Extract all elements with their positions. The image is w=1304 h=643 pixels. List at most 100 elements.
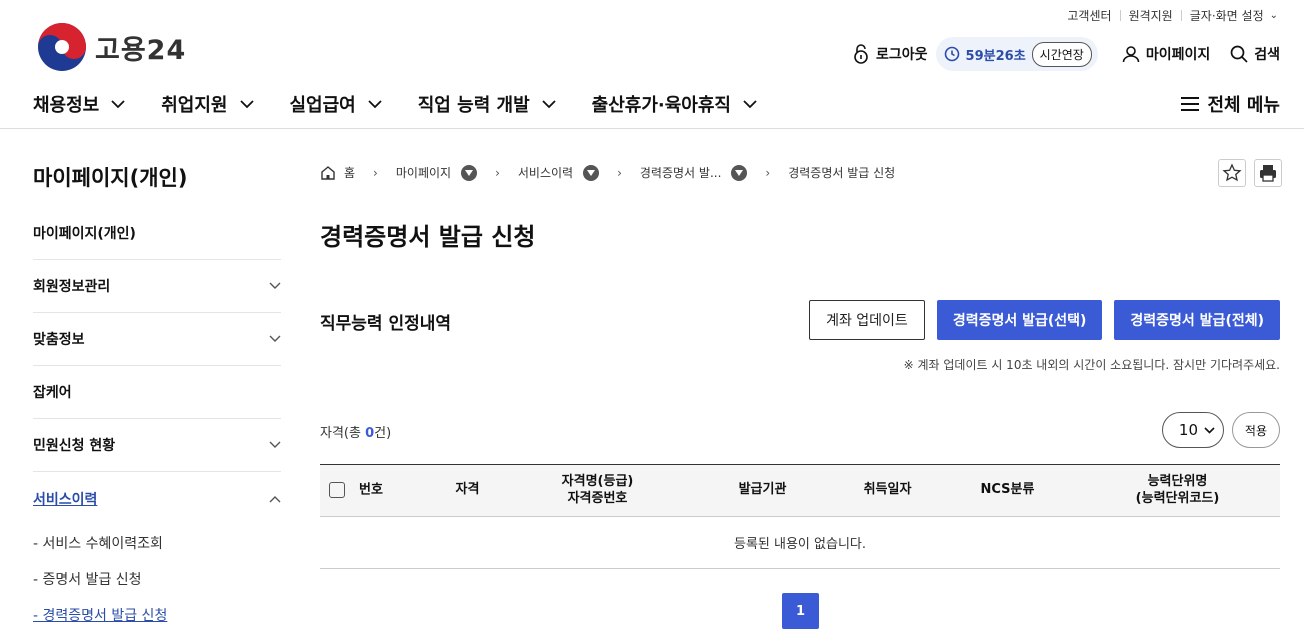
sidebar-item-civil-requests[interactable]: 민원신청 현황 (33, 419, 281, 472)
header-actions: 로그아웃 59분26초 시간연장 마이페이지 검색 (852, 37, 1280, 71)
section-title: 직무능력 인정내역 (320, 314, 452, 334)
chevron-down-icon (269, 335, 281, 342)
search-icon (1230, 45, 1248, 63)
search-label: 검색 (1254, 47, 1280, 63)
sidebar-item-custom-info[interactable]: 맞춤정보 (33, 313, 281, 366)
action-buttons: 계좌 업데이트 경력증명서 발급(선택) 경력증명서 발급(전체) (809, 300, 1280, 340)
all-menu-label: 전체 메뉴 (1207, 95, 1280, 116)
sidebar-item-mypage[interactable]: 마이페이지(개인) (33, 207, 281, 260)
site-logo[interactable]: 고용24 (37, 22, 186, 72)
breadcrumb-service-history[interactable]: 서비스이력 (518, 164, 573, 181)
chevron-up-icon (269, 495, 281, 502)
all-menu-button[interactable]: 전체 메뉴 (1181, 91, 1280, 117)
home-icon[interactable] (320, 165, 336, 181)
breadcrumb-career-cert[interactable]: 경력증명서 발... (640, 164, 722, 181)
chevron-down-icon (1204, 426, 1215, 434)
page-tools (1218, 159, 1282, 187)
sidebar-menu: 마이페이지(개인) 회원정보관리 맞춤정보 잡케어 민원신청 현황 서비스이력 … (33, 207, 281, 643)
gnb-label: 직업 능력 개발 (417, 95, 530, 116)
utility-bar: 고객센터 원격지원 글자·화면 설정 ⌄ (1067, 7, 1278, 24)
pagination-page-current[interactable]: 1 (782, 593, 819, 629)
sidebar-subitem-career-certificate[interactable]: - 경력증명서 발급 신청 (33, 597, 281, 633)
chevron-down-icon (368, 99, 382, 108)
dropdown-toggle-icon[interactable] (583, 164, 600, 181)
gnb-item-jobs[interactable]: 채용정보 (33, 91, 125, 117)
divider (33, 633, 281, 643)
gnb-item-employment-support[interactable]: 취업지원 (161, 91, 254, 117)
remote-support-link[interactable]: 원격지원 (1129, 7, 1173, 24)
display-settings-link[interactable]: 글자·화면 설정 (1190, 7, 1264, 24)
chevron-down-icon (111, 99, 125, 108)
dropdown-toggle-icon[interactable] (461, 164, 478, 181)
col-qualification: 자격 (430, 464, 505, 517)
col-issuer: 발급기관 (690, 464, 835, 517)
col-label: 번호 (359, 482, 383, 498)
sidebar-subitem-certificate-request[interactable]: - 증명서 발급 신청 (33, 561, 281, 597)
issue-selected-button[interactable]: 경력증명서 발급(선택) (936, 300, 1103, 340)
breadcrumb-mypage[interactable]: 마이페이지 (396, 164, 451, 181)
extend-session-button[interactable]: 시간연장 (1031, 41, 1092, 67)
col-label: 자격증번호 (567, 490, 628, 506)
qualification-table: 번호 자격 자격명(등급) 자격증번호 발급기관 취득일자 NCS분류 능력단위명… (320, 464, 1280, 569)
per-page-controls: 10 적용 (1161, 412, 1280, 448)
col-no: 번호 (320, 464, 430, 517)
count-suffix: 건) (374, 426, 392, 441)
chevron-down-icon (239, 99, 254, 108)
main-navigation: 채용정보 취업지원 실업급여 직업 능력 개발 출산휴가·육아휴직 (33, 91, 793, 117)
sidebar-item-label: 민원신청 현황 (33, 438, 116, 454)
mypage-label: 마이페이지 (1145, 47, 1211, 63)
taegeuk-logo-icon (38, 23, 86, 71)
chevron-down-icon[interactable]: ⌄ (1270, 10, 1278, 21)
sidebar-item-label: 서비스이력 (33, 491, 98, 508)
sidebar-item-jobcare[interactable]: 잡케어 (33, 366, 281, 419)
count-value: 0 (365, 426, 375, 441)
col-date: 취득일자 (835, 464, 940, 517)
clock-icon (944, 46, 959, 62)
chevron-down-icon (542, 99, 556, 108)
col-ncs: NCS분류 (940, 464, 1075, 517)
sidebar-subitem-benefit-history[interactable]: - 서비스 수혜이력조회 (33, 525, 281, 561)
gnb-item-vocational-training[interactable]: 직업 능력 개발 (418, 91, 556, 117)
chevron-down-icon (743, 99, 757, 108)
divider (1119, 10, 1121, 21)
select-all-checkbox[interactable] (329, 481, 345, 498)
col-qual-name: 자격명(등급) 자격증번호 (505, 464, 690, 517)
count-prefix: 자격(총 (320, 426, 366, 441)
sidebar-item-label: 맞춤정보 (33, 332, 85, 348)
star-icon (1222, 163, 1242, 182)
printer-icon (1260, 165, 1276, 182)
bookmark-button[interactable] (1218, 159, 1246, 187)
per-page-select[interactable]: 10 (1161, 412, 1224, 448)
logout-button[interactable]: 로그아웃 (852, 44, 928, 64)
customer-center-link[interactable]: 고객센터 (1067, 7, 1111, 24)
breadcrumb-home[interactable]: 홈 (344, 164, 355, 181)
per-page-value: 10 (1178, 421, 1198, 439)
sidebar-title: 마이페이지(개인) (33, 166, 188, 190)
gnb-item-parental-leave[interactable]: 출산휴가·육아휴직 (592, 91, 757, 117)
chevron-down-icon (269, 282, 281, 289)
update-notice: ※ 계좌 업데이트 시 10초 내외의 시간이 소요됩니다. 잠시만 기다려주세… (903, 358, 1280, 372)
chevron-right-icon: › (373, 165, 378, 180)
sidebar-item-label: 회원정보관리 (33, 279, 111, 295)
timer-value: 59분26초 (965, 48, 1026, 64)
gnb-item-unemployment-benefits[interactable]: 실업급여 (290, 91, 382, 117)
chevron-right-icon: › (495, 165, 500, 180)
sidebar-item-label: 잡케어 (33, 385, 72, 401)
search-button[interactable]: 검색 (1230, 44, 1280, 64)
gnb-label: 취업지원 (161, 95, 228, 116)
gnb-label: 채용정보 (33, 95, 100, 116)
hamburger-icon (1181, 97, 1200, 111)
print-button[interactable] (1254, 159, 1282, 187)
result-count: 자격(총 0건) (320, 422, 391, 441)
account-update-button[interactable]: 계좌 업데이트 (809, 300, 925, 340)
apply-button[interactable]: 적용 (1231, 412, 1280, 448)
issue-all-button[interactable]: 경력증명서 발급(전체) (1114, 300, 1280, 340)
gnb-label: 출산휴가·육아휴직 (591, 95, 731, 116)
chevron-right-icon: › (765, 165, 771, 180)
sidebar-item-member-info[interactable]: 회원정보관리 (33, 260, 281, 313)
page-title: 경력증명서 발급 신청 (320, 223, 536, 251)
mypage-link[interactable]: 마이페이지 (1122, 44, 1210, 64)
dropdown-toggle-icon[interactable] (731, 164, 748, 181)
sidebar-item-service-history[interactable]: 서비스이력 (33, 472, 281, 525)
gnb-label: 실업급여 (289, 95, 356, 116)
